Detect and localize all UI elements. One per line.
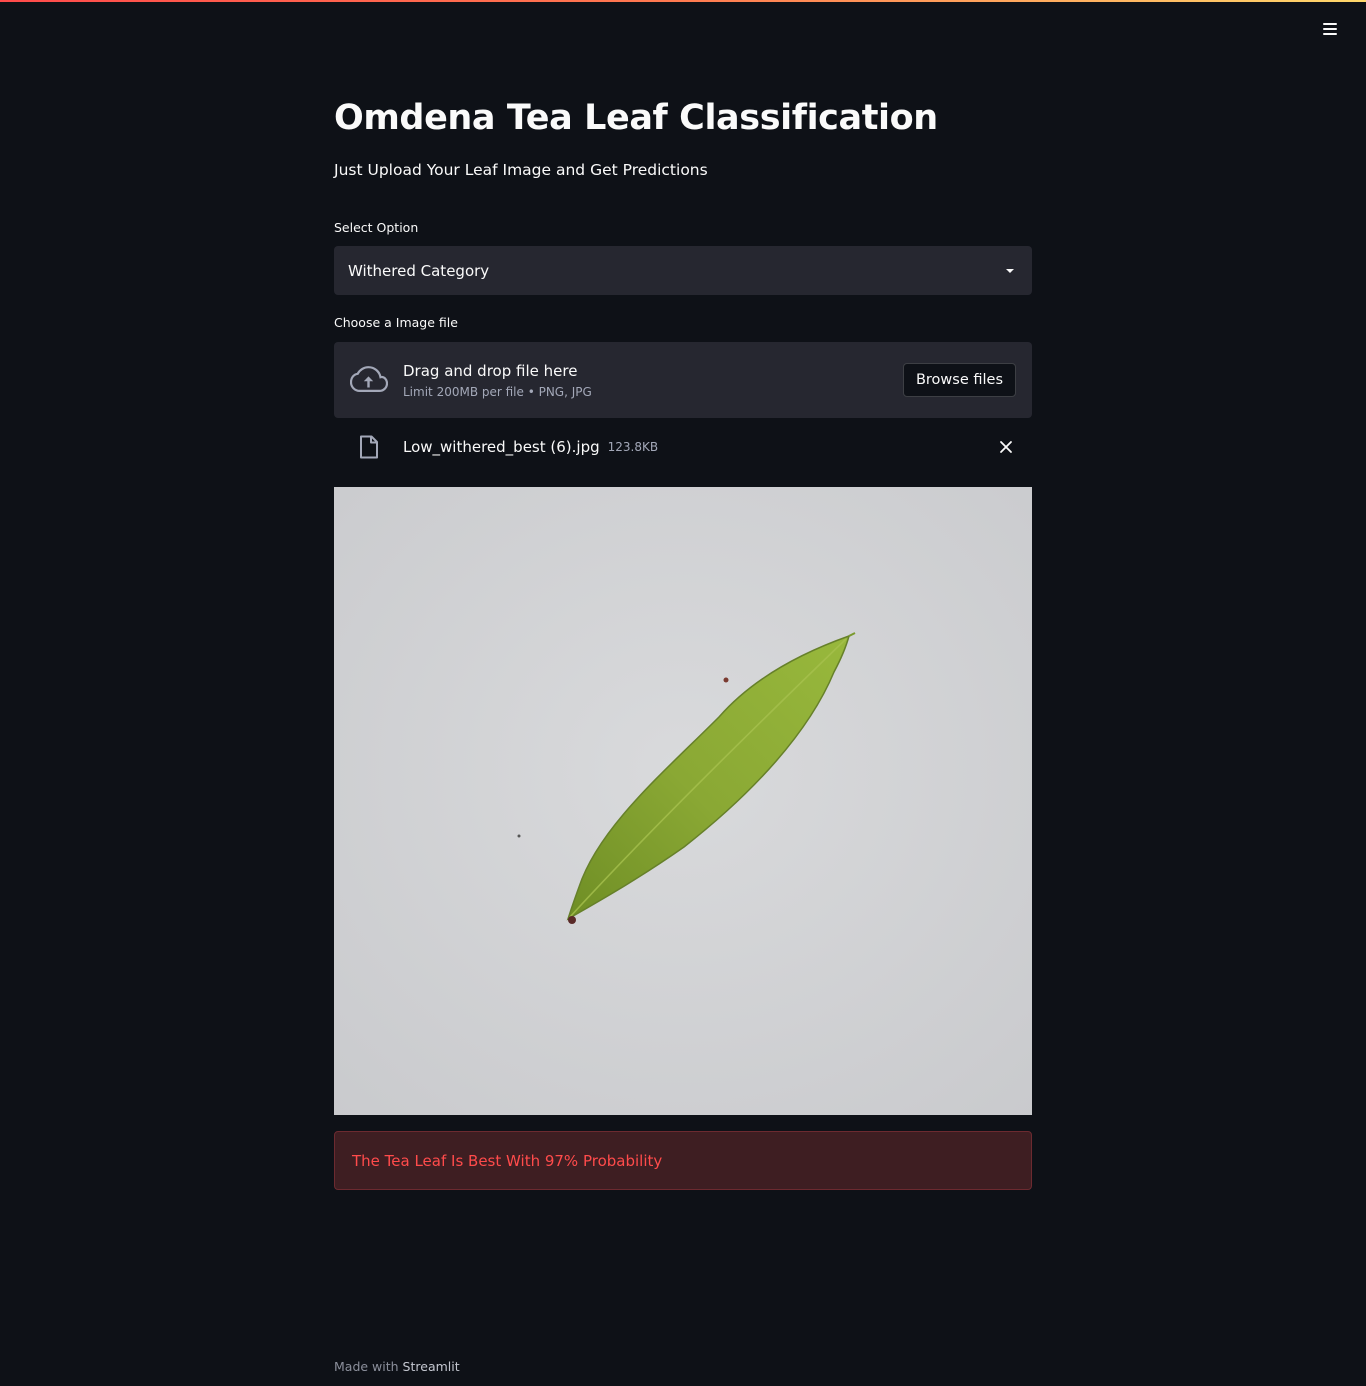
uploaded-leaf-image [334,487,1032,1115]
footer: Made with Streamlit [334,1359,460,1374]
hamburger-menu-icon [1323,23,1337,35]
file-icon [358,434,380,460]
main-menu-button[interactable] [1316,15,1344,43]
uploaded-file-name: Low_withered_best (6).jpg [403,438,600,456]
dropzone-title: Drag and drop file here [403,362,578,380]
prediction-result-alert: The Tea Leaf Is Best With 97% Probabilit… [334,1131,1032,1190]
file-dropzone[interactable]: Drag and drop file here Limit 200MB per … [334,342,1032,418]
close-icon[interactable] [998,439,1014,455]
prediction-result-text: The Tea Leaf Is Best With 97% Probabilit… [352,1151,663,1170]
uploaded-file-size: 123.8KB [607,440,659,454]
select-option-value: Withered Category [348,261,490,280]
select-option-label: Select Option [334,220,419,235]
file-uploader-label: Choose a Image file [334,315,458,330]
browse-files-button[interactable]: Browse files [902,363,1016,397]
streamlit-link[interactable]: Streamlit [403,1359,460,1374]
top-decoration-bar [0,0,1366,2]
footer-prefix: Made with [334,1359,403,1374]
page-subtitle: Just Upload Your Leaf Image and Get Pred… [334,161,708,179]
cloud-upload-icon [350,361,388,399]
page-title: Omdena Tea Leaf Classification [334,98,938,138]
caret-down-icon [1006,268,1014,273]
select-option-dropdown[interactable]: Withered Category [334,246,1032,295]
uploaded-file-row: Low_withered_best (6).jpg 123.8KB [334,428,1032,466]
dropzone-limit-text: Limit 200MB per file • PNG, JPG [403,385,592,399]
